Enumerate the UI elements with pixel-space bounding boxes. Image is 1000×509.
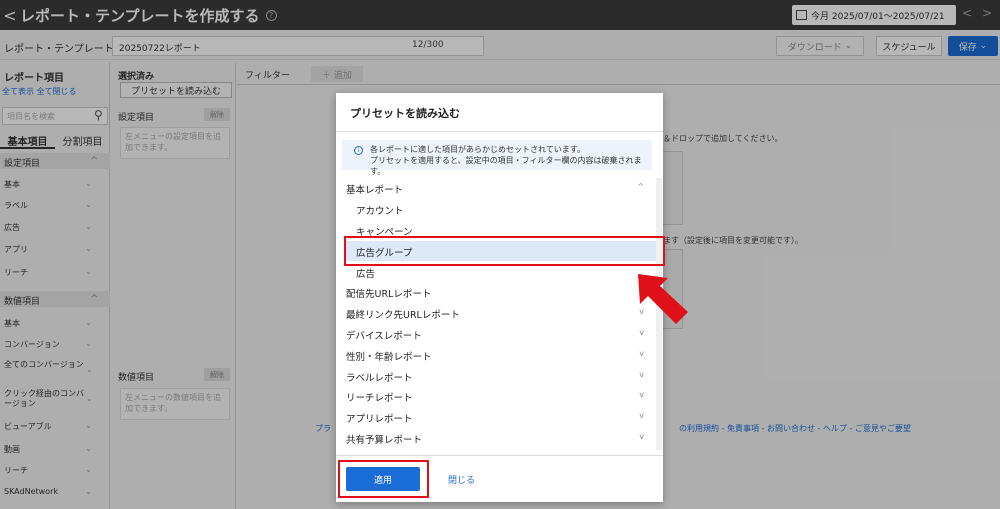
chevron-down-icon: v: [639, 349, 644, 358]
preset-group-basic[interactable]: 基本レポート ^: [336, 178, 656, 198]
preset-group[interactable]: デバイスレポート v: [336, 324, 656, 344]
preset-group[interactable]: リーチレポート v: [336, 386, 656, 406]
preset-group[interactable]: 配信先URLレポート: [336, 282, 656, 302]
chevron-down-icon: v: [639, 390, 644, 399]
chevron-down-icon: v: [639, 411, 644, 420]
preset-group[interactable]: 最終リンク先URLレポート v: [336, 303, 656, 323]
info-icon: i: [354, 146, 363, 155]
preset-group[interactable]: ラベルレポート v: [336, 366, 656, 386]
highlight-box-selected-row: [344, 236, 665, 266]
preset-item[interactable]: アカウント: [336, 199, 656, 219]
close-button[interactable]: 閉じる: [448, 473, 475, 486]
chevron-up-icon: ^: [637, 182, 644, 191]
chevron-down-icon: v: [639, 432, 644, 441]
divider: [336, 131, 663, 132]
highlight-box-apply: [338, 460, 429, 498]
pointer-arrow-icon: [638, 274, 688, 324]
preset-group[interactable]: 性別・年齢レポート v: [336, 345, 656, 365]
info-line-2: プリセットを適用すると、設定中の項目・フィルター欄の内容は破棄されます。: [370, 156, 642, 176]
info-line-1: 各レポートに適した項目があらかじめセットされています。: [370, 145, 585, 154]
info-message: i 各レポートに適した項目があらかじめセットされています。 プリセットを適用する…: [342, 140, 652, 176]
load-preset-dialog: プリセットを読み込む i 各レポートに適した項目があらかじめセットされています。…: [336, 93, 663, 502]
chevron-down-icon: v: [639, 370, 644, 379]
preset-group[interactable]: 共有予算レポート v: [336, 428, 656, 448]
chevron-down-icon: v: [639, 328, 644, 337]
dialog-title: プリセットを読み込む: [350, 107, 460, 120]
divider: [336, 455, 663, 456]
preset-group[interactable]: アプリレポート v: [336, 407, 656, 427]
